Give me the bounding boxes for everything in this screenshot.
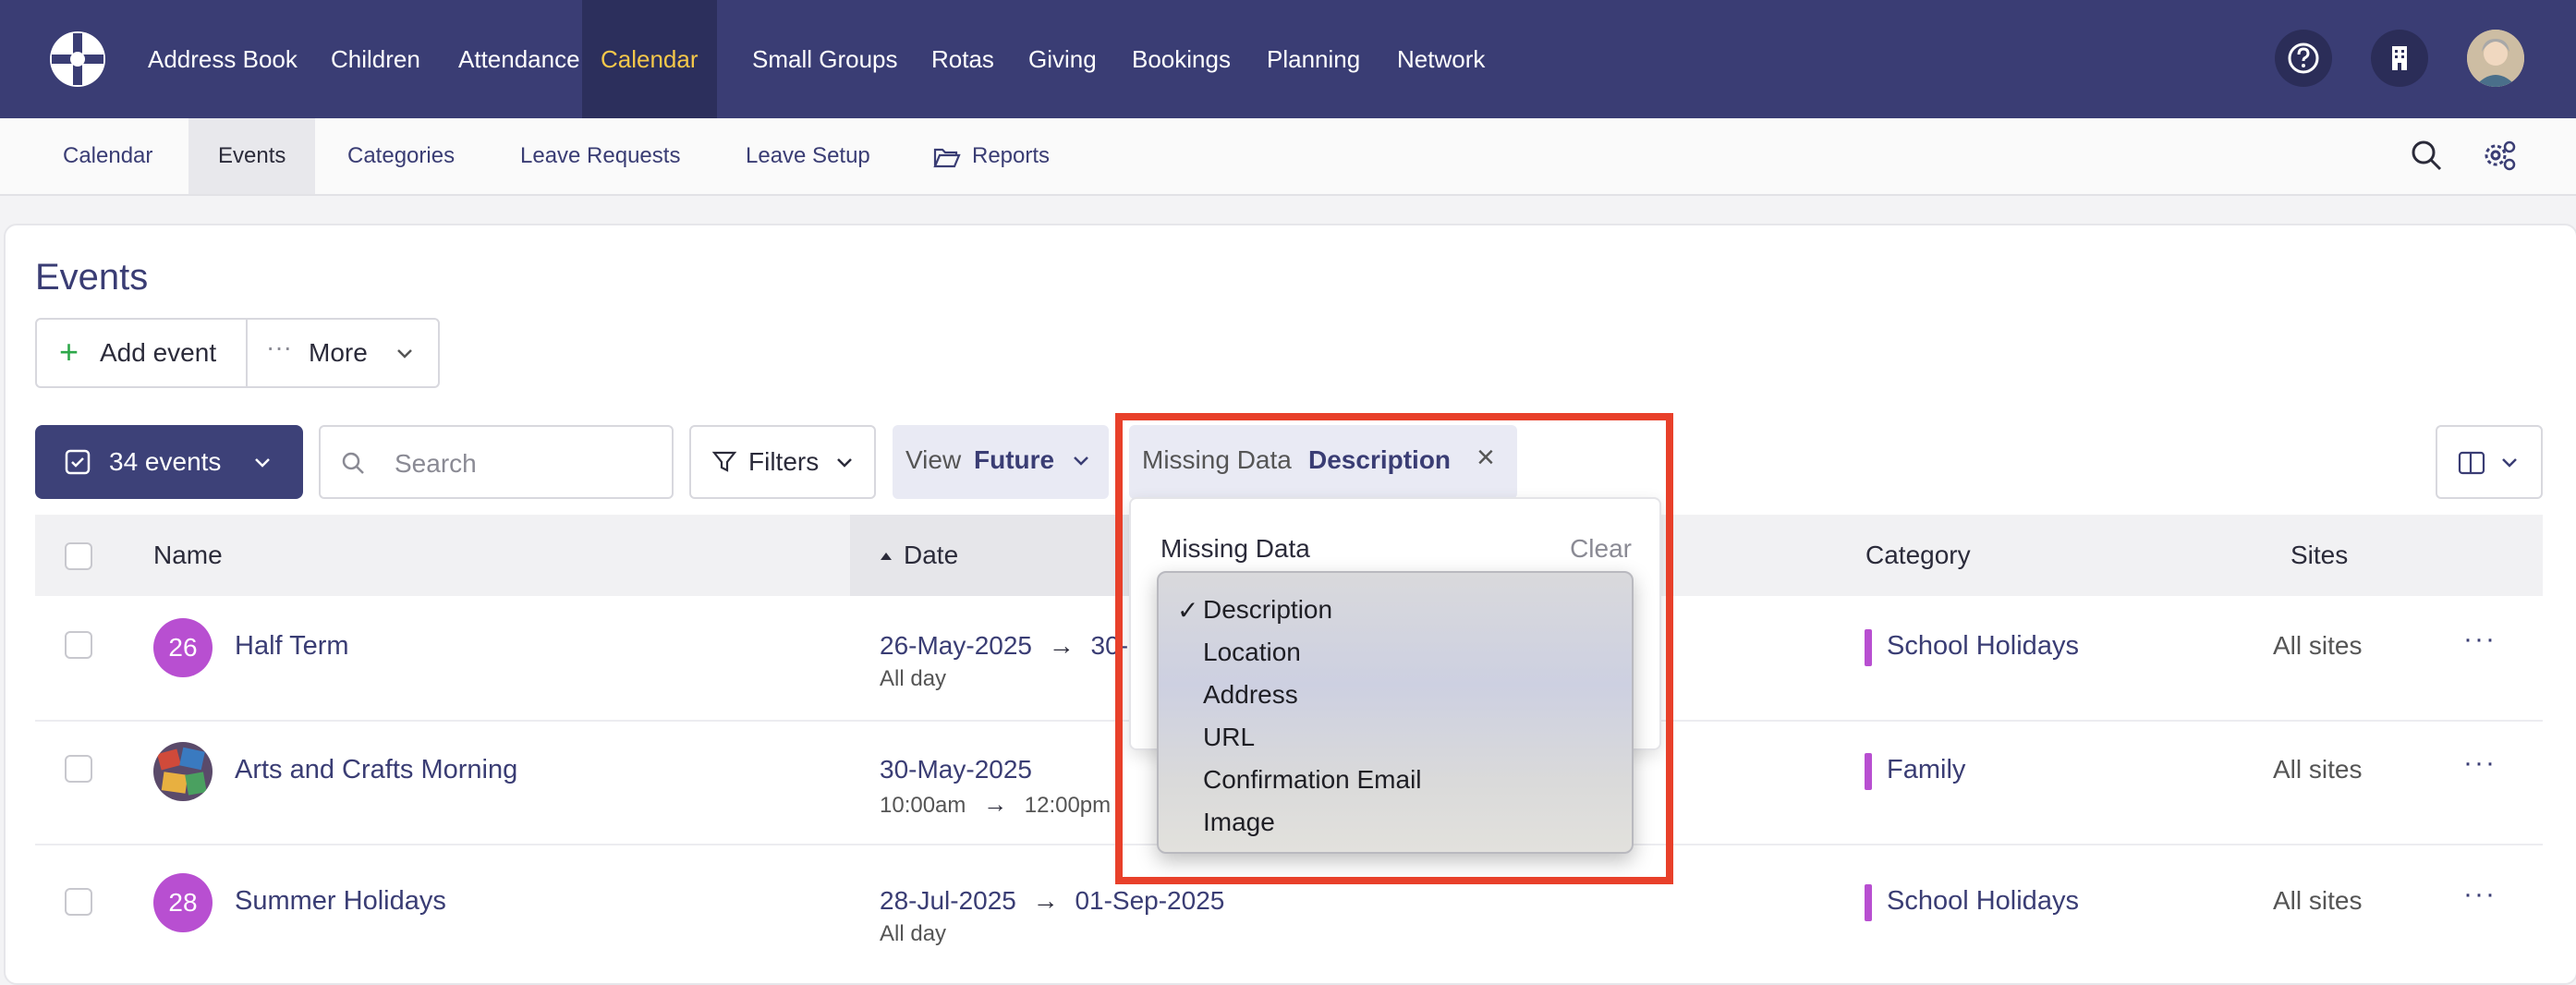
select-events-button[interactable]: 34 events — [35, 425, 303, 499]
event-actions-group: + Add event ··· More — [35, 318, 440, 388]
help-icon — [2288, 43, 2319, 74]
chevron-down-icon — [837, 458, 852, 468]
nav-network[interactable]: Network — [1397, 0, 1485, 118]
event-sites: All sites — [2273, 631, 2363, 660]
category-color-bar — [1865, 753, 1872, 790]
event-category[interactable]: Family — [1887, 755, 1965, 785]
column-layout-button[interactable] — [2436, 425, 2543, 499]
nav-giving[interactable]: Giving — [1028, 0, 1097, 118]
event-name-link[interactable]: Half Term — [235, 631, 349, 662]
event-sites: All sites — [2273, 886, 2363, 915]
nav-attendance[interactable]: Attendance — [458, 0, 580, 118]
page-title: Events — [35, 257, 149, 298]
event-date: 26-May-2025 → 30- — [880, 631, 1129, 660]
subnav-calendar[interactable]: Calendar — [63, 118, 152, 194]
column-header-date-label: Date — [904, 541, 959, 569]
filters-button[interactable]: Filters — [689, 425, 876, 499]
event-name-link[interactable]: Summer Holidays — [235, 886, 446, 917]
column-header-category[interactable]: Category — [1865, 515, 1971, 596]
row-actions-menu-icon[interactable]: ··· — [2463, 748, 2497, 779]
nav-planning[interactable]: Planning — [1267, 0, 1360, 118]
event-time: All day — [880, 666, 947, 691]
row-checkbox[interactable] — [65, 888, 92, 916]
nav-bookings[interactable]: Bookings — [1132, 0, 1231, 118]
select-all-checkbox[interactable] — [65, 542, 92, 570]
event-category[interactable]: School Holidays — [1887, 631, 2079, 662]
row-actions-menu-icon[interactable]: ··· — [2463, 879, 2497, 910]
search-placeholder: Search — [395, 449, 477, 478]
row-checkbox[interactable] — [65, 631, 92, 659]
ellipsis-icon: ··· — [266, 333, 292, 361]
chevron-down-icon — [255, 458, 270, 468]
building-icon — [2392, 46, 2407, 70]
category-color-bar — [1865, 629, 1872, 666]
nav-calendar[interactable]: Calendar — [582, 0, 717, 118]
event-date-badge: 28 — [153, 873, 213, 932]
calendar-subnav: Calendar Events Categories Leave Request… — [0, 118, 2576, 196]
filter-funnel-icon — [711, 451, 737, 472]
columns-icon — [2458, 451, 2485, 475]
event-date: 28-Jul-2025 → 01-Sep-2025 — [880, 886, 1225, 915]
event-name-link[interactable]: Arts and Crafts Morning — [235, 755, 517, 785]
event-date-badge: 26 — [153, 618, 213, 677]
subnav-categories[interactable]: Categories — [347, 118, 455, 194]
event-category[interactable]: School Holidays — [1887, 886, 2079, 917]
event-time: All day — [880, 921, 947, 946]
event-time: 10:00am → 12:00pm — [880, 790, 1112, 818]
subnav-reports[interactable]: Reports — [933, 118, 1050, 194]
row-actions-menu-icon[interactable]: ··· — [2463, 624, 2497, 655]
nav-address-book[interactable]: Address Book — [148, 0, 298, 118]
folder-open-icon — [933, 148, 961, 167]
help-button[interactable] — [2275, 30, 2332, 87]
nav-small-groups[interactable]: Small Groups — [752, 0, 898, 118]
chevron-down-icon — [397, 349, 412, 359]
row-checkbox[interactable] — [65, 755, 92, 783]
category-color-bar — [1865, 884, 1872, 921]
view-value: Future — [974, 445, 1055, 474]
subnav-reports-label: Reports — [972, 143, 1051, 168]
user-avatar[interactable] — [2467, 30, 2524, 87]
search-icon — [342, 452, 364, 474]
settings-gear-icon[interactable] — [2481, 137, 2518, 174]
chevron-down-icon — [2502, 458, 2517, 468]
events-count-label: 34 events — [109, 447, 222, 476]
event-date: 30-May-2025 — [880, 755, 1032, 784]
search-input[interactable]: Search — [319, 425, 674, 499]
annotation-highlight-box — [1115, 413, 1673, 884]
plus-icon: + — [59, 333, 79, 371]
search-icon[interactable] — [2410, 139, 2443, 172]
filters-label: Filters — [748, 447, 820, 476]
subnav-leave-requests[interactable]: Leave Requests — [520, 118, 680, 194]
add-event-button[interactable]: + Add event — [37, 320, 246, 386]
more-button[interactable]: ··· More — [248, 320, 438, 386]
organisation-button[interactable] — [2371, 30, 2428, 87]
column-header-sites[interactable]: Sites — [2290, 515, 2348, 596]
nav-rotas[interactable]: Rotas — [931, 0, 994, 118]
top-navigation-bar: Address Book Children Attendance Calenda… — [0, 0, 2576, 118]
sort-ascending-icon — [881, 553, 892, 560]
church-logo-icon[interactable] — [48, 30, 107, 89]
subnav-events[interactable]: Events — [188, 118, 316, 194]
nav-children[interactable]: Children — [331, 0, 420, 118]
chevron-down-icon — [1074, 456, 1088, 466]
event-sites: All sites — [2273, 755, 2363, 784]
subnav-leave-setup[interactable]: Leave Setup — [746, 118, 870, 194]
view-filter-chip[interactable]: View Future — [893, 425, 1109, 499]
checkbox-checked-icon — [65, 449, 91, 475]
add-event-label: Add event — [100, 338, 217, 367]
column-header-name[interactable]: Name — [153, 515, 223, 596]
view-label: View — [905, 445, 962, 474]
event-thumbnail-image — [153, 742, 213, 801]
more-label: More — [309, 338, 368, 367]
